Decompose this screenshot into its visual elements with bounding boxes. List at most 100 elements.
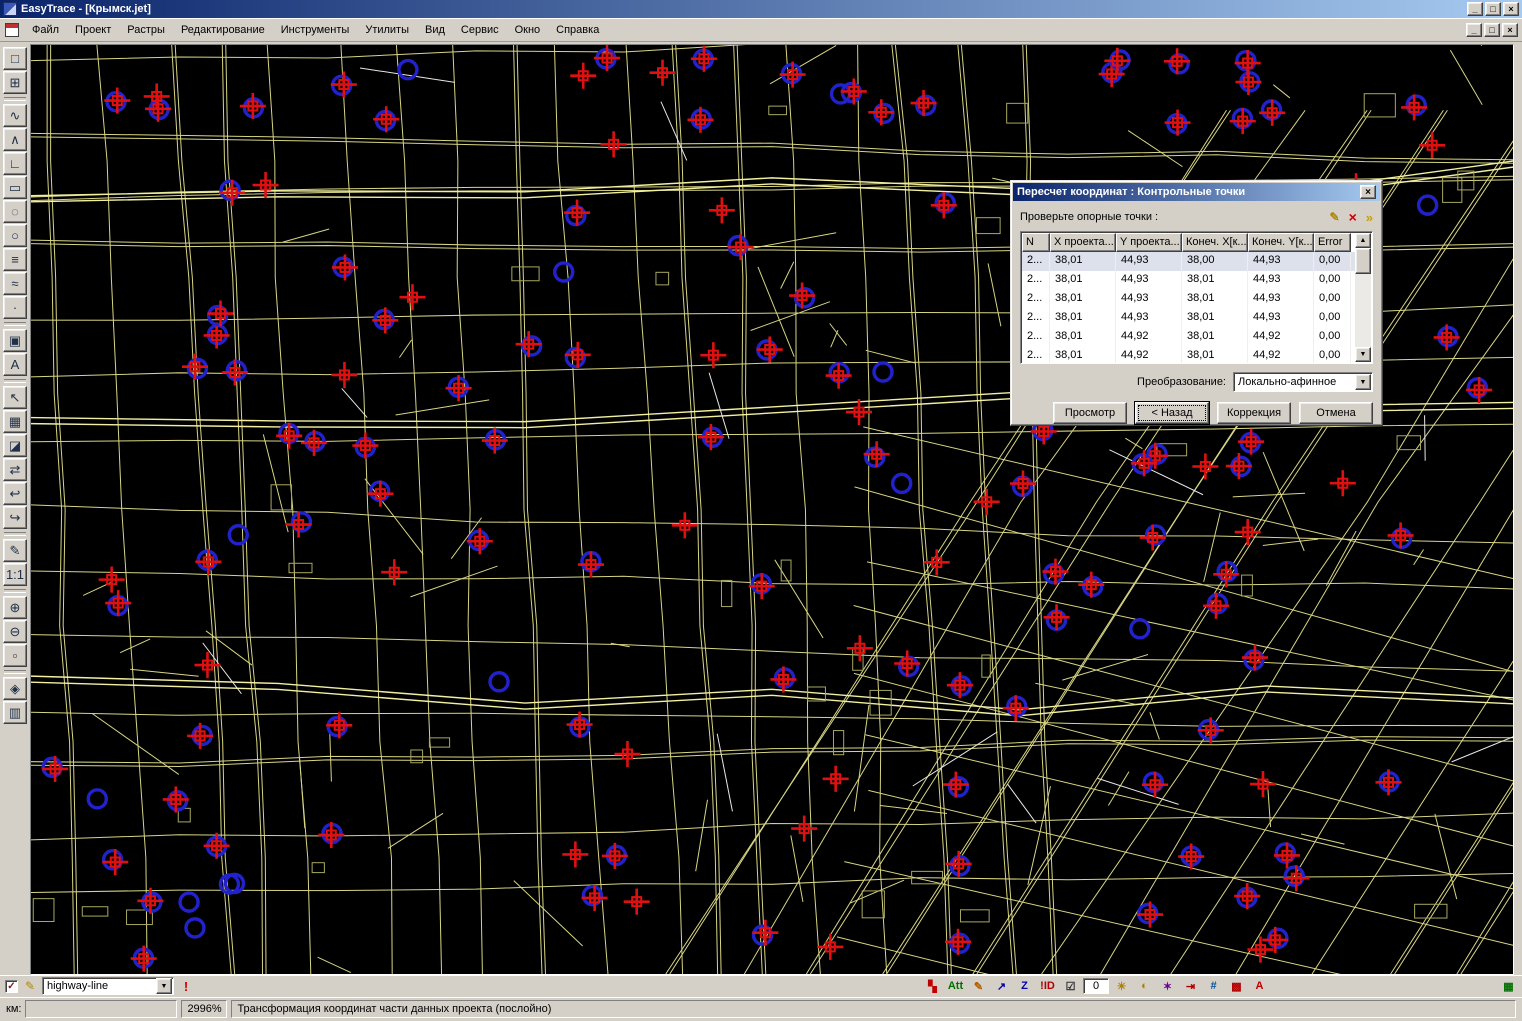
dialog-title-bar[interactable]: Пересчет координат : Контрольные точки ×	[1013, 183, 1380, 201]
control-point-marker[interactable]	[841, 78, 867, 104]
control-point-marker[interactable]	[698, 424, 724, 450]
layer-dropdown-icon[interactable]: ▼	[156, 978, 172, 994]
control-point-marker[interactable]	[1283, 865, 1309, 891]
column-header[interactable]: Конеч. X[к...	[1182, 233, 1248, 252]
control-point-marker[interactable]	[318, 822, 344, 848]
topology-check-icon[interactable]: ☑	[1060, 977, 1081, 995]
control-point-marker[interactable]	[1140, 524, 1166, 550]
control-point-marker[interactable]	[1044, 604, 1070, 630]
close-button[interactable]: ×	[1503, 2, 1519, 16]
control-point-marker[interactable]	[326, 712, 352, 738]
control-point-marker[interactable]	[145, 96, 171, 122]
layer-edit-icon[interactable]: ✎	[22, 979, 38, 993]
control-point-marker[interactable]	[1466, 377, 1492, 403]
menu-help[interactable]: Справка	[548, 20, 607, 40]
control-point-marker[interactable]	[1234, 883, 1260, 909]
menu-window[interactable]: Окно	[507, 20, 549, 40]
control-point-marker[interactable]	[219, 180, 245, 206]
tool-zoom-out[interactable]: ⊖	[3, 620, 27, 643]
control-point-marker[interactable]	[728, 234, 754, 260]
menu-project[interactable]: Проект	[67, 20, 119, 40]
control-point-marker[interactable]	[1137, 901, 1163, 927]
control-point-marker[interactable]	[770, 666, 796, 692]
attributes-icon[interactable]: Att	[945, 977, 966, 995]
control-point-marker[interactable]	[331, 71, 357, 97]
control-point-marker[interactable]	[749, 573, 775, 599]
control-point-marker[interactable]	[222, 359, 248, 385]
correction-button[interactable]: Коррекция	[1217, 402, 1291, 424]
scroll-track[interactable]	[1355, 274, 1371, 347]
control-point-marker[interactable]	[946, 851, 972, 877]
control-point-marker[interactable]	[163, 786, 189, 812]
control-point-marker[interactable]	[614, 741, 640, 767]
control-point-marker[interactable]	[372, 307, 398, 333]
control-point-marker[interactable]	[1419, 196, 1437, 214]
tool-draw-ortho-line[interactable]: ∟	[3, 152, 27, 175]
menu-editing[interactable]: Редактирование	[173, 20, 273, 40]
control-point-marker[interactable]	[399, 61, 417, 79]
control-point-marker[interactable]	[286, 511, 312, 537]
table-row[interactable]: 2...38,0144,9338,0144,930,00	[1022, 290, 1355, 309]
control-point-marker[interactable]	[99, 567, 125, 593]
column-header[interactable]: N	[1022, 233, 1050, 252]
tool-cut-region[interactable]: ◪	[3, 434, 27, 457]
table-row[interactable]: 2...38,0144,9238,0144,920,00	[1022, 328, 1355, 347]
control-point-marker[interactable]	[931, 192, 957, 218]
tool-redo-arrow[interactable]: ↪	[3, 506, 27, 529]
control-point-marker[interactable]	[826, 363, 852, 389]
control-point-marker[interactable]	[204, 833, 230, 859]
control-point-marker[interactable]	[874, 363, 892, 381]
column-header[interactable]: Конеч. Y[к...	[1248, 233, 1314, 252]
menu-service[interactable]: Сервис	[453, 20, 507, 40]
vector-edit-icon[interactable]: ↗	[991, 977, 1012, 995]
tool-mirror[interactable]: ⇄	[3, 458, 27, 481]
raster-swatch-icon[interactable]: ▚	[922, 977, 943, 995]
control-point-marker[interactable]	[602, 843, 628, 869]
control-point-marker[interactable]	[1419, 132, 1445, 158]
table-row[interactable]: 2...38,0144,9338,0044,930,00	[1022, 252, 1355, 271]
control-point-marker[interactable]	[974, 489, 1000, 515]
tool-text-label[interactable]: A	[3, 353, 27, 376]
control-point-marker[interactable]	[1042, 559, 1068, 585]
control-point-marker[interactable]	[893, 474, 911, 492]
palette-icon[interactable]: ▦	[1498, 977, 1519, 995]
tool-new-file[interactable]: □	[3, 47, 27, 70]
tool-open-file[interactable]: ⊞	[3, 71, 27, 94]
control-point-marker[interactable]	[1165, 110, 1191, 136]
tool-select-region[interactable]: ▦	[3, 410, 27, 433]
tool-draw-point[interactable]: ·	[3, 296, 27, 319]
control-point-marker[interactable]	[1226, 453, 1252, 479]
mdi-close-button[interactable]: ×	[1502, 23, 1518, 37]
control-point-marker[interactable]	[1250, 771, 1276, 797]
control-point-marker[interactable]	[1192, 453, 1218, 479]
control-point-marker[interactable]	[1131, 450, 1157, 476]
layer-select[interactable]: highway-line ▼	[42, 977, 174, 995]
control-point-marker[interactable]	[1078, 572, 1104, 598]
control-point-marker[interactable]	[709, 197, 735, 223]
menu-rasters[interactable]: Растры	[119, 20, 173, 40]
control-point-marker[interactable]	[789, 282, 815, 308]
tool-hatch-lines[interactable]: ≡	[3, 248, 27, 271]
control-point-marker[interactable]	[1375, 769, 1401, 795]
control-point-marker[interactable]	[570, 63, 596, 89]
table-row[interactable]: 2...38,0144,9338,0144,930,00	[1022, 271, 1355, 290]
edit-point-icon[interactable]: ✎	[1329, 209, 1341, 225]
control-point-marker[interactable]	[1259, 100, 1285, 126]
control-point-marker[interactable]	[180, 893, 198, 911]
object-id-icon[interactable]: !ID	[1037, 977, 1058, 995]
control-point-marker[interactable]	[1434, 324, 1460, 350]
menu-file[interactable]: Файл	[24, 20, 67, 40]
control-point-marker[interactable]	[582, 885, 608, 911]
control-point-marker[interactable]	[1003, 695, 1029, 721]
control-point-marker[interactable]	[240, 93, 266, 119]
column-header[interactable]: X проекта...	[1050, 233, 1116, 252]
cancel-button[interactable]: Отмена	[1299, 402, 1373, 424]
control-point-marker[interactable]	[104, 88, 130, 114]
snap-grid-icon[interactable]: #	[1203, 977, 1224, 995]
column-header[interactable]: Error	[1314, 233, 1351, 252]
mdi-restore-button[interactable]: □	[1484, 23, 1500, 37]
control-point-marker[interactable]	[847, 635, 873, 661]
tool-pan-hand[interactable]: ◈	[3, 677, 27, 700]
control-point-marker[interactable]	[945, 929, 971, 955]
transform-select[interactable]: Локально-афинное ▼	[1233, 372, 1373, 392]
